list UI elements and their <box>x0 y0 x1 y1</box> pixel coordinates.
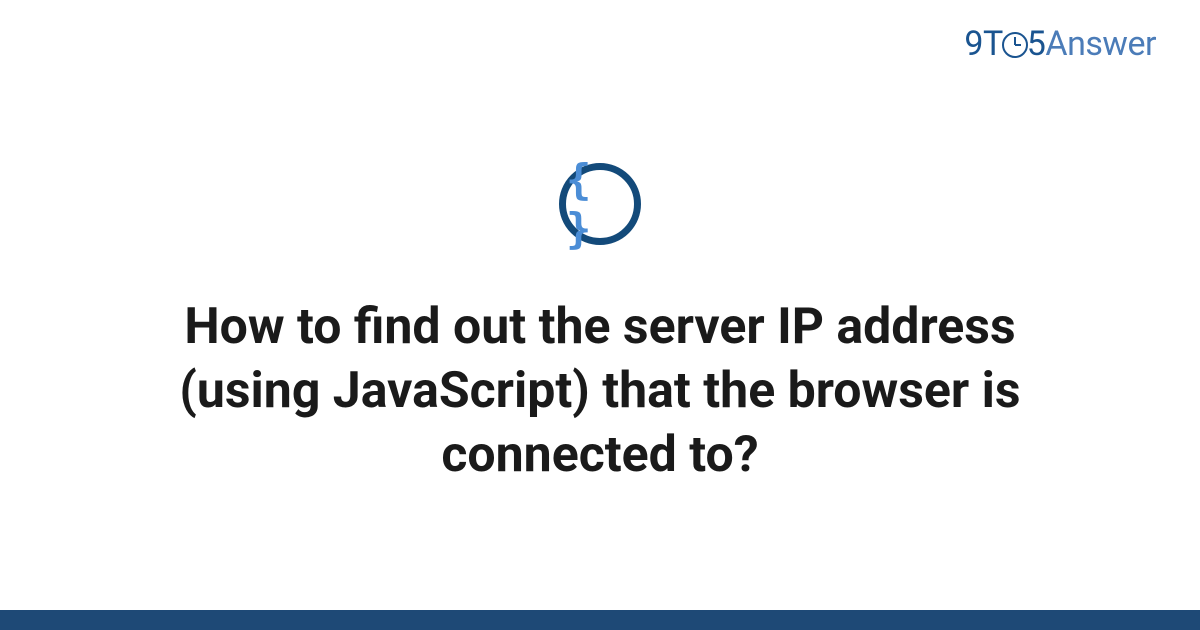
question-title: How to find out the server IP address (u… <box>120 295 1080 487</box>
main-content: { } How to find out the server IP addres… <box>0 0 1200 630</box>
code-braces-icon: { } <box>566 155 634 253</box>
bottom-accent-bar <box>0 610 1200 630</box>
category-icon: { } <box>559 163 641 245</box>
